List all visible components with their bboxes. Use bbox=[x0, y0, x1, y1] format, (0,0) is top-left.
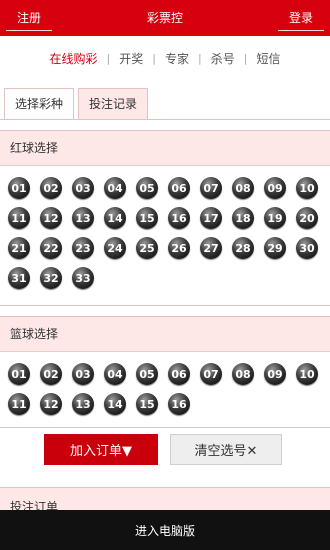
subnav-kill-numbers[interactable]: 杀号 bbox=[205, 50, 241, 67]
red-ball[interactable]: 05 bbox=[136, 177, 158, 199]
red-ball[interactable]: 01 bbox=[8, 177, 30, 199]
red-ball[interactable]: 04 bbox=[104, 177, 126, 199]
red-ball[interactable]: 23 bbox=[72, 237, 94, 259]
blue-ball[interactable]: 10 bbox=[296, 363, 318, 385]
blue-ball[interactable]: 04 bbox=[104, 363, 126, 385]
red-ball[interactable]: 17 bbox=[200, 207, 222, 229]
register-button[interactable]: 注册 bbox=[6, 6, 52, 31]
red-ball[interactable]: 09 bbox=[264, 177, 286, 199]
red-ball-title: 红球选择 bbox=[0, 131, 330, 166]
red-ball[interactable]: 02 bbox=[40, 177, 62, 199]
top-bar: 彩票控 注册 登录 bbox=[0, 0, 330, 36]
red-ball[interactable]: 20 bbox=[296, 207, 318, 229]
red-ball[interactable]: 03 bbox=[72, 177, 94, 199]
blue-ball[interactable]: 06 bbox=[168, 363, 190, 385]
red-ball[interactable]: 28 bbox=[232, 237, 254, 259]
red-ball[interactable]: 22 bbox=[40, 237, 62, 259]
login-button[interactable]: 登录 bbox=[278, 6, 324, 31]
red-ball-section: 红球选择 01 02 03 04 05 06 07 08 09 10 11 12 13 14 15 16 17 1… bbox=[0, 130, 330, 306]
red-ball[interactable]: 19 bbox=[264, 207, 286, 229]
blue-ball[interactable]: 12 bbox=[40, 393, 62, 415]
add-to-order-button[interactable]: 加入订单▼ bbox=[44, 434, 158, 465]
clear-selection-button[interactable]: 清空选号✕ bbox=[170, 434, 282, 465]
subnav-draw-results[interactable]: 开奖 bbox=[113, 50, 149, 67]
red-ball[interactable]: 30 bbox=[296, 237, 318, 259]
red-ball[interactable]: 16 bbox=[168, 207, 190, 229]
subnav-experts[interactable]: 专家 bbox=[159, 50, 195, 67]
subnav-sms[interactable]: 短信 bbox=[250, 50, 286, 67]
red-ball[interactable]: 12 bbox=[40, 207, 62, 229]
tabs-divider bbox=[0, 119, 330, 120]
blue-ball[interactable]: 02 bbox=[40, 363, 62, 385]
blue-ball[interactable]: 03 bbox=[72, 363, 94, 385]
subnav-online-buy[interactable]: 在线购彩 bbox=[44, 50, 104, 67]
subnav-divider: | bbox=[152, 51, 156, 65]
blue-ball[interactable]: 05 bbox=[136, 363, 158, 385]
blue-ball-title: 篮球选择 bbox=[0, 317, 330, 352]
red-ball-grid: 01 02 03 04 05 06 07 08 09 10 11 12 13 14 15 16 17 18 19 20… bbox=[0, 166, 330, 297]
blue-ball-grid: 01 02 03 04 05 06 07 08 09 10 11 12 13 14 15 16 bbox=[0, 352, 330, 423]
subnav-divider: | bbox=[198, 51, 202, 65]
red-ball[interactable]: 15 bbox=[136, 207, 158, 229]
blue-ball[interactable]: 13 bbox=[72, 393, 94, 415]
desktop-version-link[interactable]: 进入电脑版 bbox=[0, 510, 330, 550]
red-ball[interactable]: 07 bbox=[200, 177, 222, 199]
blue-ball[interactable]: 11 bbox=[8, 393, 30, 415]
blue-ball[interactable]: 08 bbox=[232, 363, 254, 385]
red-ball[interactable]: 21 bbox=[8, 237, 30, 259]
blue-ball[interactable]: 09 bbox=[264, 363, 286, 385]
red-ball[interactable]: 31 bbox=[8, 267, 30, 289]
blue-ball[interactable]: 16 bbox=[168, 393, 190, 415]
red-ball[interactable]: 27 bbox=[200, 237, 222, 259]
blue-ball[interactable]: 15 bbox=[136, 393, 158, 415]
red-ball[interactable]: 14 bbox=[104, 207, 126, 229]
tab-bet-records[interactable]: 投注记录 bbox=[78, 88, 149, 120]
blue-ball-section: 篮球选择 01 02 03 04 05 06 07 08 09 10 11 12 13 14 15 16 bbox=[0, 316, 330, 428]
red-ball[interactable]: 24 bbox=[104, 237, 126, 259]
subnav-divider: | bbox=[106, 51, 111, 65]
blue-ball[interactable]: 01 bbox=[8, 363, 30, 385]
blue-ball[interactable]: 14 bbox=[104, 393, 126, 415]
tab-bar: 选择彩种 投注记录 bbox=[4, 88, 152, 120]
blue-ball[interactable]: 07 bbox=[200, 363, 222, 385]
red-ball[interactable]: 11 bbox=[8, 207, 30, 229]
red-ball[interactable]: 25 bbox=[136, 237, 158, 259]
action-bar: 加入订单▼ 清空选号✕ bbox=[0, 426, 330, 470]
red-ball[interactable]: 10 bbox=[296, 177, 318, 199]
red-ball[interactable]: 32 bbox=[40, 267, 62, 289]
red-ball[interactable]: 13 bbox=[72, 207, 94, 229]
red-ball[interactable]: 33 bbox=[72, 267, 94, 289]
tab-select-lottery[interactable]: 选择彩种 bbox=[4, 88, 75, 120]
red-ball[interactable]: 18 bbox=[232, 207, 254, 229]
red-ball[interactable]: 29 bbox=[264, 237, 286, 259]
red-ball[interactable]: 06 bbox=[168, 177, 190, 199]
red-ball[interactable]: 08 bbox=[232, 177, 254, 199]
sub-navigation: 在线购彩 | 开奖 | 专家 | 杀号 | 短信 bbox=[0, 46, 330, 70]
subnav-divider: | bbox=[243, 51, 248, 65]
red-ball[interactable]: 26 bbox=[168, 237, 190, 259]
